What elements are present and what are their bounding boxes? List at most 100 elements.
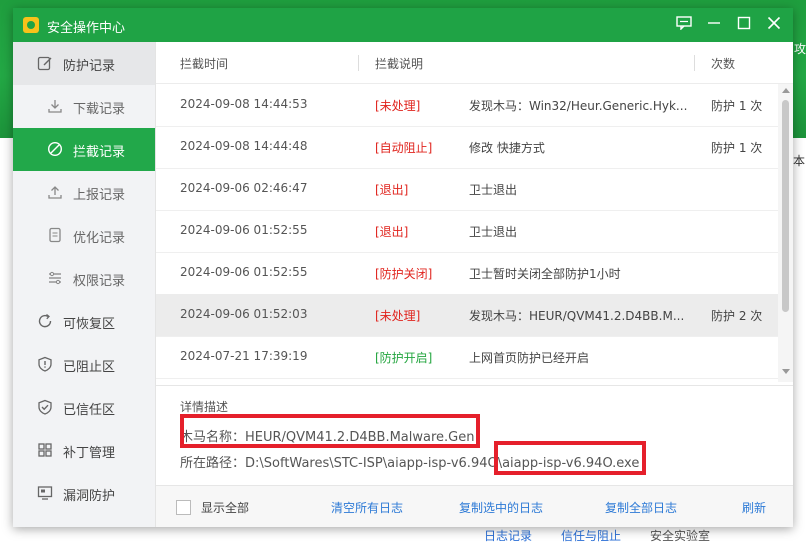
sidebar-item-label: 已信任区: [63, 403, 116, 418]
background-app-left: [0, 138, 14, 544]
column-header-desc[interactable]: 拦截说明: [375, 55, 423, 72]
show-all-checkbox[interactable]: [176, 500, 191, 515]
table-row[interactable]: 2024-09-06 02:46:47 [退出] 卫士退出: [156, 168, 778, 211]
sidebar-item-label: 上报记录: [73, 188, 126, 203]
sidebar-item-protection-log[interactable]: 防护记录: [13, 42, 155, 85]
show-all-label[interactable]: 显示全部: [201, 499, 249, 516]
row-status-tag: [退出]: [375, 183, 409, 197]
sidebar-item-report-log[interactable]: 上报记录: [13, 171, 155, 214]
table-row-selected[interactable]: 2024-09-06 01:52:03 [未处理] 发现木马：HEUR/QVM4…: [156, 294, 778, 337]
scroll-down-arrow-icon[interactable]: [782, 369, 790, 374]
details-panel: 详情描述 木马名称：HEUR/QVM41.2.D4BB.Malware.Gen …: [156, 385, 793, 482]
table-row[interactable]: 2024-09-06 01:52:55 [退出] 卫士退出: [156, 210, 778, 253]
shield-warning-icon: [36, 356, 53, 373]
row-time: 2024-09-08 14:44:53: [180, 97, 308, 111]
scrollbar-thumb[interactable]: [782, 100, 789, 312]
sidebar-item-label: 拦截记录: [73, 145, 126, 160]
background-side-text: 本: [793, 154, 806, 168]
background-link[interactable]: 信任与阻止: [561, 527, 621, 544]
row-time: 2024-07-21 17:39:19: [180, 349, 308, 363]
row-description: 卫士暂时关闭全部防护1小时: [469, 267, 621, 281]
background-side-text: 攻: [794, 42, 806, 56]
table-row[interactable]: 2024-09-08 14:44:53 [未处理] 发现木马：Win32/Heu…: [156, 84, 778, 127]
sidebar-item-patch-management[interactable]: 补丁管理: [13, 429, 155, 472]
row-description: 发现木马：HEUR/QVM41.2.D4BB.M...: [469, 309, 685, 323]
table-row[interactable]: 2024-09-08 14:44:48 [自动阻止] 修改 快捷方式 防护 1 …: [156, 126, 778, 169]
sidebar-item-vulnerability-protection[interactable]: 漏洞防护: [13, 472, 155, 515]
row-count: 防护 1 次: [711, 99, 763, 113]
intercept-log-panel: 拦截时间 拦截说明 次数 2024-09-08 14:44:53 [未处理] 发…: [156, 42, 793, 527]
row-status-tag: [未处理]: [375, 309, 421, 323]
row-description: 卫士退出: [469, 183, 518, 197]
row-status-tag: [退出]: [375, 225, 409, 239]
minimize-icon[interactable]: [703, 14, 725, 36]
download-icon: [46, 98, 63, 115]
row-status-tag: [防护关闭]: [375, 267, 433, 281]
maximize-icon[interactable]: [733, 14, 755, 36]
sidebar-item-download-log[interactable]: 下载记录: [13, 85, 155, 128]
upload-icon: [46, 184, 63, 201]
block-icon: [46, 141, 63, 158]
row-time: 2024-09-06 01:52:55: [180, 223, 308, 237]
table-row[interactable]: 2024-09-06 01:52:55 [防护关闭] 卫士暂时关闭全部防护1小时: [156, 252, 778, 295]
sidebar-item-permission-log[interactable]: 权限记录: [13, 257, 155, 300]
title-bar: 安全操作中心: [13, 8, 793, 42]
sidebar-item-label: 下载记录: [73, 102, 126, 117]
app-logo-icon: [23, 17, 39, 33]
sidebar-item-label: 补丁管理: [63, 446, 116, 461]
sidebar-item-optimize-log[interactable]: 优化记录: [13, 214, 155, 257]
sliders-icon: [46, 270, 63, 287]
row-status-tag: [防护开启]: [375, 351, 433, 365]
row-description: 修改 快捷方式: [469, 141, 545, 155]
row-time: 2024-09-06 01:52:03: [180, 307, 308, 321]
grid-icon: [36, 442, 53, 459]
row-time: 2024-09-06 02:46:47: [180, 181, 308, 195]
details-title: 详情描述: [180, 400, 229, 414]
row-time: 2024-09-08 14:44:48: [180, 139, 308, 153]
feedback-icon[interactable]: [673, 14, 695, 36]
background-app-right: [792, 138, 806, 544]
sidebar-item-label: 已阻止区: [63, 360, 116, 375]
doc-icon: [46, 227, 63, 244]
sidebar-item-restore-area[interactable]: 可恢复区: [13, 300, 155, 343]
sidebar-item-label: 防护记录: [63, 59, 116, 74]
clear-all-logs-link[interactable]: 清空所有日志: [331, 499, 403, 516]
scroll-up-arrow-icon[interactable]: [782, 88, 790, 93]
row-status-tag: [自动阻止]: [375, 141, 433, 155]
restore-icon: [36, 313, 53, 330]
sidebar-item-label: 优化记录: [73, 231, 126, 246]
sidebar-item-intercept-log[interactable]: 拦截记录: [13, 128, 155, 171]
sidebar-item-label: 权限记录: [73, 274, 126, 289]
copy-all-logs-link[interactable]: 复制全部日志: [605, 499, 677, 516]
shield-check-icon: [36, 399, 53, 416]
column-header-time[interactable]: 拦截时间: [180, 55, 228, 72]
highlight-box: [494, 441, 646, 475]
sidebar-item-blocked-area[interactable]: 已阻止区: [13, 343, 155, 386]
refresh-link[interactable]: 刷新: [742, 499, 766, 516]
edit-icon: [36, 55, 53, 72]
row-status-tag: [未处理]: [375, 99, 421, 113]
row-count: 防护 1 次: [711, 141, 763, 155]
footer-bar: 显示全部 清空所有日志 复制选中的日志 复制全部日志 刷新: [156, 485, 793, 527]
column-header-count[interactable]: 次数: [711, 55, 735, 72]
background-link[interactable]: 日志记录: [484, 527, 532, 544]
copy-selected-logs-link[interactable]: 复制选中的日志: [459, 499, 543, 516]
column-divider[interactable]: [358, 55, 359, 71]
row-description: 发现木马：Win32/Heur.Generic.Hyk...: [469, 99, 688, 113]
security-center-dialog: 安全操作中心 防护记录 下载记录 拦截记录 上报记录 优化记录 权限记录 可恢复…: [13, 8, 793, 527]
sidebar-item-label: 可恢复区: [63, 317, 116, 332]
sidebar-item-label: 漏洞防护: [63, 489, 116, 504]
row-count: 防护 2 次: [711, 309, 763, 323]
window-title: 安全操作中心: [47, 21, 126, 36]
monitor-icon: [36, 485, 53, 502]
sidebar-item-trusted-area[interactable]: 已信任区: [13, 386, 155, 429]
column-divider[interactable]: [694, 55, 695, 71]
table-row[interactable]: 2024-07-21 17:39:19 [防护开启] 上网首页防护已经开启: [156, 336, 778, 379]
table-header: 拦截时间 拦截说明 次数: [156, 42, 793, 84]
highlight-box: [180, 414, 480, 448]
background-link[interactable]: 安全实验室: [650, 527, 710, 544]
close-icon[interactable]: [763, 14, 785, 36]
table-scrollbar[interactable]: [778, 84, 793, 382]
sidebar: 防护记录 下载记录 拦截记录 上报记录 优化记录 权限记录 可恢复区 已阻止区 …: [13, 42, 156, 527]
row-time: 2024-09-06 01:52:55: [180, 265, 308, 279]
